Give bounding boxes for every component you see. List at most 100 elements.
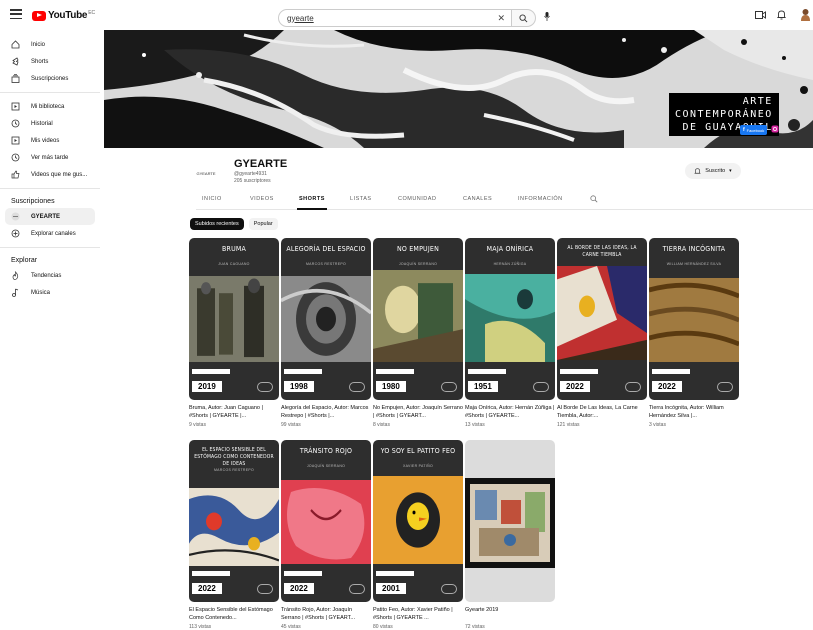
- tab-comunidad[interactable]: COMUNIDAD: [398, 196, 436, 202]
- short-artwork: [649, 278, 739, 362]
- short-views: 121 vistas: [557, 422, 580, 428]
- sidebar: Inicio Shorts Suscripciones Mi bibliotec…: [0, 32, 100, 630]
- short-title[interactable]: Maja Onírica, Autor: Hernán Zúñiga | #Sh…: [465, 404, 555, 420]
- instagram-icon[interactable]: [771, 125, 779, 133]
- tab-inicio[interactable]: INICIO: [202, 196, 222, 202]
- short-thumb-artist: JUAN CAGUANO: [218, 262, 250, 266]
- chip-popular[interactable]: Popular: [248, 218, 278, 230]
- sidebar-item-label: Mis videos: [31, 137, 60, 144]
- tab-videos[interactable]: VIDEOS: [250, 196, 274, 202]
- short-artwork: [189, 276, 279, 362]
- short-thumb-artist: MARCOS RESTREPO: [305, 262, 347, 266]
- channel-tabs: INICIO VIDEOS SHORTS LISTAS COMUNIDAD CA…: [196, 190, 813, 210]
- short-title[interactable]: El Espacio Sensible del Estómago Como Co…: [189, 606, 279, 622]
- short-title[interactable]: Gyearte 2019: [465, 606, 555, 622]
- short-artwork: [465, 478, 555, 568]
- short-thumbnail[interactable]: [465, 440, 555, 602]
- channel-name: GYEARTE: [234, 158, 288, 170]
- sidebar-item-inicio[interactable]: Inicio: [0, 36, 100, 53]
- microphone-icon[interactable]: [544, 12, 550, 21]
- short-year: 1998: [284, 381, 314, 392]
- short-artwork: [373, 270, 463, 362]
- subscriber-count: 205 suscriptores: [234, 178, 271, 184]
- menu-icon[interactable]: [10, 9, 22, 19]
- top-bar: YouTube EC gyearte ✕: [0, 0, 813, 32]
- tab-shorts[interactable]: SHORTS: [297, 196, 327, 210]
- short-year: 2022: [560, 381, 590, 392]
- channel-search-icon[interactable]: [590, 195, 598, 203]
- search-button[interactable]: [512, 9, 536, 27]
- sidebar-item-label: Shorts: [31, 58, 49, 65]
- sidebar-item-trending[interactable]: Tendencias: [0, 267, 100, 284]
- search-box[interactable]: gyearte ✕: [278, 9, 512, 27]
- profile-avatar[interactable]: [800, 8, 811, 22]
- short-meta: Tierra Incógnita, Autor: William Hernánd…: [649, 404, 739, 428]
- clear-icon[interactable]: ✕: [497, 13, 505, 24]
- tab-canales[interactable]: CANALES: [463, 196, 492, 202]
- tab-informacion[interactable]: INFORMACIÓN: [518, 196, 563, 202]
- short-thumbnail[interactable]: MAJA ONÍRICA HERNÁN ZÚÑIGA 1951: [465, 238, 555, 400]
- short-title[interactable]: Tránsito Rojo, Autor: Joaquín Serrano | …: [281, 606, 371, 622]
- short-views: 9 vistas: [189, 422, 206, 428]
- sidebar-item-explore-channels[interactable]: Explorar canales: [0, 225, 100, 242]
- notifications-icon[interactable]: [777, 10, 786, 20]
- trending-icon: [11, 271, 20, 280]
- short-footer: 2022: [192, 571, 230, 596]
- info-strip: [376, 369, 414, 374]
- short-artwork: [557, 266, 647, 360]
- sidebar-item-library[interactable]: Mi biblioteca: [0, 98, 100, 115]
- chevron-down-icon: ▾: [729, 168, 732, 174]
- info-strip: [192, 369, 230, 374]
- short-thumb-artist: WILLIAM HERNÁNDEZ SILVA: [666, 262, 722, 266]
- avatar-text: GYEARTE: [196, 170, 216, 176]
- channel-header: GYEARTE GYEARTE @gyearte4931 205 suscrip…: [196, 158, 756, 188]
- short-thumb-title: ALEGORÍA DEL ESPACIO: [286, 245, 366, 253]
- short-title[interactable]: Tierra Incógnita, Autor: William Hernánd…: [649, 404, 739, 420]
- short-views: 99 vistas: [281, 422, 301, 428]
- channel-avatar[interactable]: GYEARTE: [196, 166, 216, 180]
- short-title[interactable]: Al Borde De Las Ideas, La Carne Tiembla,…: [557, 404, 647, 420]
- logo-country: EC: [88, 9, 96, 16]
- sidebar-item-suscripciones[interactable]: Suscripciones: [0, 70, 100, 87]
- short-title[interactable]: Patito Feo, Autor: Xavier Patiño | #Shor…: [373, 606, 463, 622]
- search-input[interactable]: gyearte: [287, 14, 497, 23]
- facebook-link[interactable]: f Facebook: [740, 125, 768, 135]
- short-thumbnail[interactable]: ALEGORÍA DEL ESPACIO MARCOS RESTREPO 1998: [281, 238, 371, 400]
- your-videos-icon: [11, 136, 20, 145]
- short-thumbnail[interactable]: BRUMA JUAN CAGUANO 2019: [189, 238, 279, 400]
- chip-recent[interactable]: Subidos recientes: [190, 218, 244, 230]
- short-title[interactable]: No Empujen, Autor: Joaquín Serrano | #Sh…: [373, 404, 463, 420]
- short-views: 13 vistas: [465, 422, 485, 428]
- subscribed-label: Suscrito: [705, 168, 726, 174]
- gyearte-logo-icon: [349, 382, 365, 392]
- sidebar-item-gyearte[interactable]: GYEARTE: [5, 208, 95, 225]
- sidebar-item-watch-later[interactable]: Ver más tarde: [0, 149, 100, 166]
- sidebar-item-label: Explorar canales: [31, 230, 76, 237]
- sidebar-item-history[interactable]: Historial: [0, 115, 100, 132]
- tab-listas[interactable]: LISTAS: [350, 196, 372, 202]
- facebook-icon: f: [743, 127, 745, 133]
- sidebar-item-your-videos[interactable]: Mis videos: [0, 132, 100, 149]
- history-icon: [11, 119, 20, 128]
- short-title[interactable]: Alegoría del Espacio, Autor: Marcos Rest…: [281, 404, 371, 420]
- sidebar-item-music[interactable]: Música: [0, 284, 100, 301]
- subscribed-button[interactable]: Suscrito ▾: [685, 163, 741, 179]
- short-year: 2022: [652, 381, 682, 392]
- short-title[interactable]: Bruma, Autor: Juan Caguano | #Shorts | G…: [189, 404, 279, 420]
- short-thumbnail[interactable]: AL BORDE DE LAS IDEAS, LA CARNE TIEMBLAM…: [557, 238, 647, 400]
- short-thumbnail[interactable]: EL ESPACIO SENSIBLE DEL ESTÓMAGO COMO CO…: [189, 440, 279, 602]
- short-thumbnail[interactable]: YO SOY EL PATITO FEO XAVIER PATIÑO 2001: [373, 440, 463, 602]
- youtube-logo[interactable]: YouTube EC: [32, 10, 95, 21]
- short-thumbnail[interactable]: TRÁNSITO ROJO JOAQUÍN SERRANO 2022: [281, 440, 371, 602]
- short-meta: Alegoría del Espacio, Autor: Marcos Rest…: [281, 404, 371, 428]
- sidebar-item-liked-videos[interactable]: Videos que me gus...: [0, 166, 100, 183]
- short-views: 72 vistas: [465, 624, 485, 630]
- sidebar-item-shorts[interactable]: Shorts: [0, 53, 100, 70]
- create-video-icon[interactable]: [755, 10, 766, 20]
- short-meta: Bruma, Autor: Juan Caguano | #Shorts | G…: [189, 404, 279, 428]
- short-thumbnail[interactable]: NO EMPUJEN JOAQUÍN SERRANO 1980: [373, 238, 463, 400]
- sidebar-item-label: Historial: [31, 120, 53, 127]
- short-meta: El Espacio Sensible del Estómago Como Co…: [189, 606, 279, 630]
- short-thumbnail[interactable]: TIERRA INCÓGNITA WILLIAM HERNÁNDEZ SILVA …: [649, 238, 739, 400]
- sidebar-item-label: Música: [31, 289, 51, 296]
